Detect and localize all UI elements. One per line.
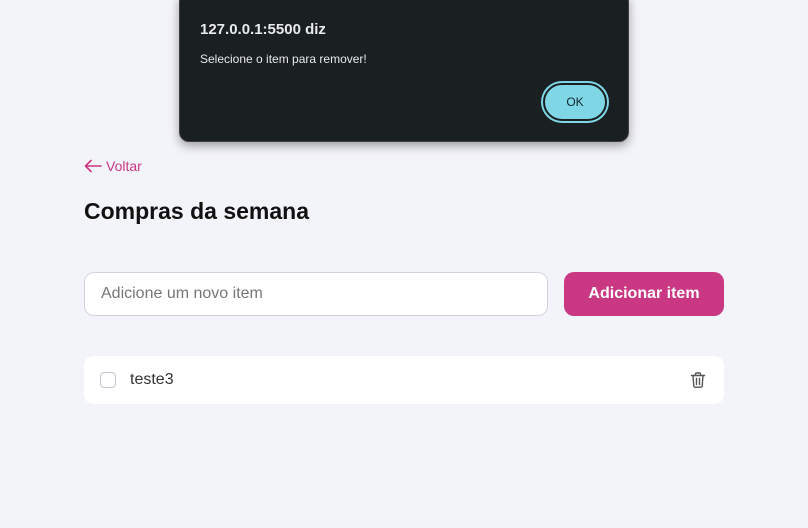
item-list: teste3 — [84, 356, 724, 404]
back-link-label: Voltar — [106, 158, 142, 174]
item-checkbox[interactable] — [100, 372, 116, 388]
item-label: teste3 — [130, 371, 174, 388]
back-link[interactable]: Voltar — [84, 158, 142, 174]
alert-dialog: 127.0.0.1:5500 diz Selecione o item para… — [179, 0, 629, 142]
alert-ok-button[interactable]: OK — [543, 83, 607, 121]
alert-message: Selecione o item para remover! — [200, 52, 367, 66]
add-item-button[interactable]: Adicionar item — [564, 272, 724, 316]
arrow-left-icon — [84, 159, 102, 173]
list-item: teste3 — [84, 356, 724, 404]
trash-icon[interactable] — [688, 370, 708, 390]
page-title: Compras da semana — [84, 198, 309, 224]
new-item-input[interactable] — [84, 272, 548, 316]
alert-origin: 127.0.0.1:5500 diz — [200, 21, 326, 38]
